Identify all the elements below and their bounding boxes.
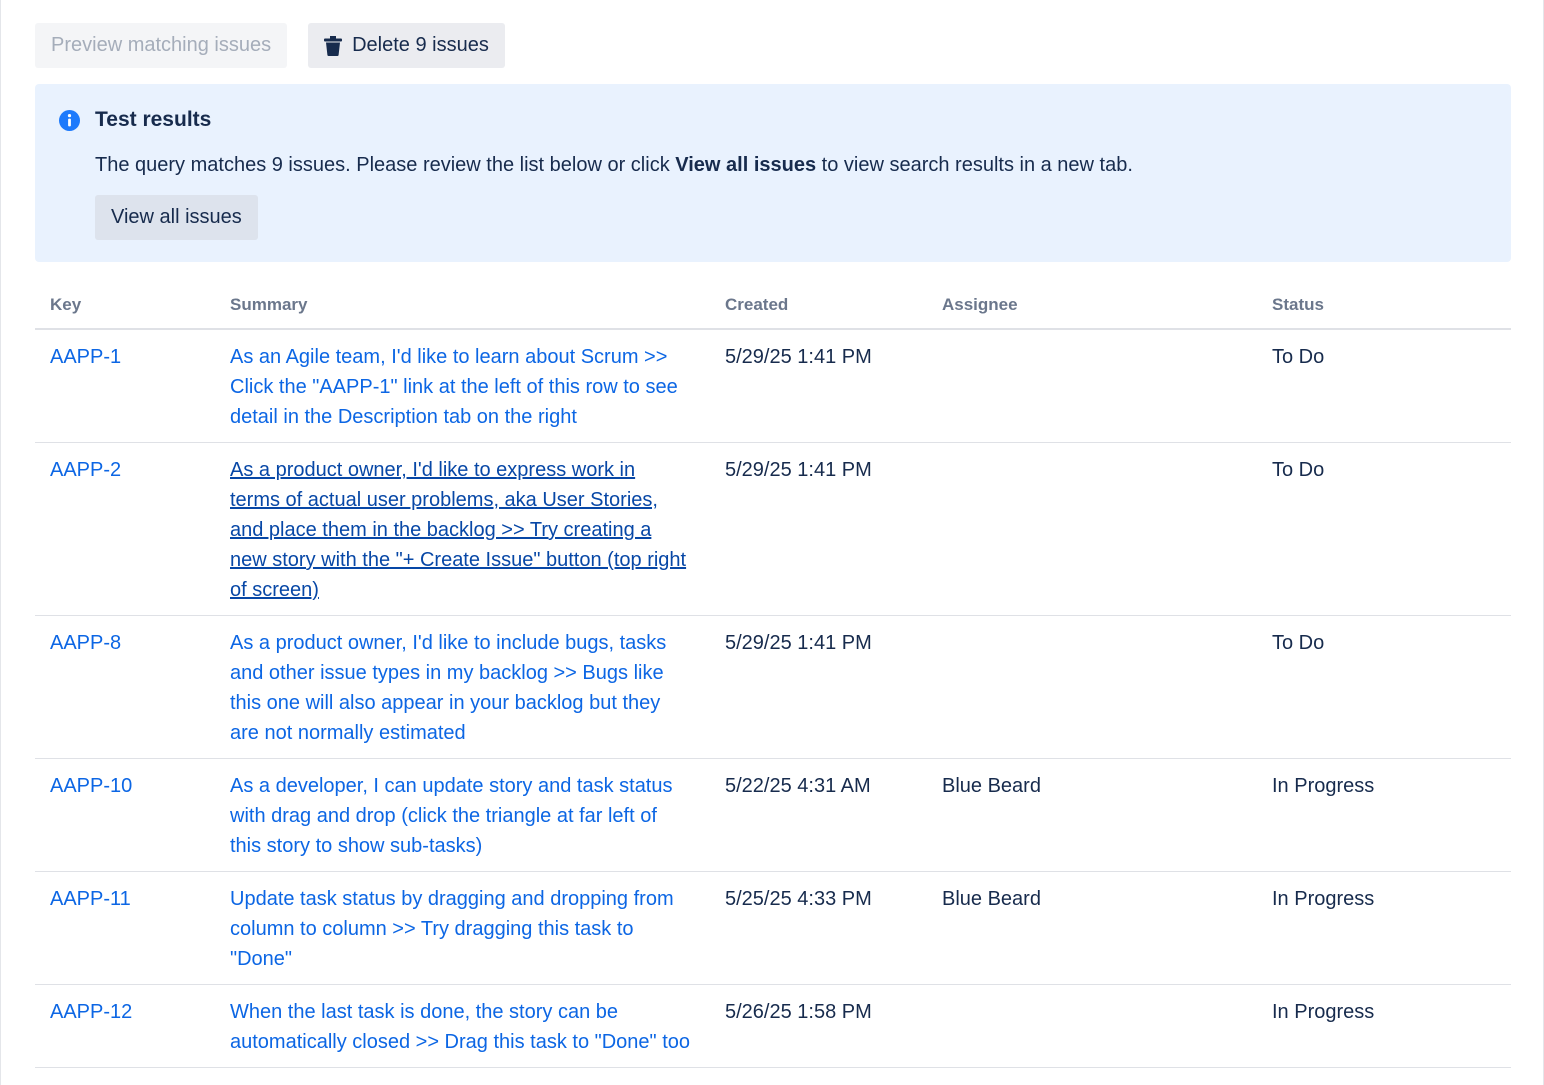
issue-status: In Progress <box>1257 758 1511 872</box>
test-results-title: Test results <box>95 108 212 131</box>
message-text-after: to view search results in a new tab. <box>816 154 1133 176</box>
column-header-assignee[interactable]: Assignee <box>927 282 1257 330</box>
test-results-panel: Test results The query matches 9 issues.… <box>35 84 1511 262</box>
issue-assignee: Blue Beard <box>927 871 1257 985</box>
delete-issues-button[interactable]: Delete 9 issues <box>308 23 505 68</box>
column-header-created[interactable]: Created <box>710 282 927 330</box>
issue-created: 5/29/25 1:41 PM <box>710 442 927 616</box>
issue-summary-link[interactable]: As a developer, I can update story and t… <box>230 775 673 857</box>
issue-key-link[interactable]: AAPP-8 <box>50 632 121 654</box>
table-row: AAPP-10 As a developer, I can update sto… <box>35 758 1511 872</box>
issue-assignee: Blue Beard <box>927 758 1257 872</box>
issue-summary-link[interactable]: As a product owner, I'd like to express … <box>230 459 686 601</box>
issue-key-link[interactable]: AAPP-10 <box>50 775 132 797</box>
issue-summary-link[interactable]: As a product owner, I'd like to include … <box>230 632 666 744</box>
table-row: AAPP-12 When the last task is done, the … <box>35 984 1511 1068</box>
table-row: AAPP-2 As a product owner, I'd like to e… <box>35 442 1511 616</box>
issue-created: 5/29/25 1:41 PM <box>710 329 927 443</box>
info-icon <box>59 110 80 131</box>
column-header-summary[interactable]: Summary <box>215 282 710 330</box>
issue-assignee <box>927 984 1257 1068</box>
issue-assignee <box>927 615 1257 759</box>
delete-issues-label: Delete 9 issues <box>352 34 489 56</box>
issue-status: To Do <box>1257 329 1511 443</box>
issue-key-link[interactable]: AAPP-2 <box>50 459 121 481</box>
issue-created: 5/29/25 1:41 PM <box>710 615 927 759</box>
issue-assignee <box>927 442 1257 616</box>
issue-key-link[interactable]: AAPP-1 <box>50 346 121 368</box>
table-header-row: Key Summary Created Assignee Status <box>35 282 1511 330</box>
table-row: AAPP-11 Update task status by dragging a… <box>35 871 1511 985</box>
test-results-message: The query matches 9 issues. Please revie… <box>95 154 1133 177</box>
table-row: AAPP-8 As a product owner, I'd like to i… <box>35 615 1511 759</box>
issue-status: In Progress <box>1257 984 1511 1068</box>
message-text-bold: View all issues <box>675 154 817 176</box>
trash-icon <box>324 35 343 56</box>
issue-status: To Do <box>1257 442 1511 616</box>
issue-key-link[interactable]: AAPP-11 <box>50 888 131 910</box>
issue-status: In Progress <box>1257 871 1511 985</box>
issue-created: 5/22/25 4:31 AM <box>710 758 927 872</box>
column-header-key[interactable]: Key <box>35 282 215 330</box>
issue-assignee <box>927 329 1257 443</box>
issue-summary-link[interactable]: As an Agile team, I'd like to learn abou… <box>230 346 678 428</box>
issue-key-link[interactable]: AAPP-12 <box>50 1001 132 1023</box>
column-header-status[interactable]: Status <box>1257 282 1511 330</box>
message-text-before: The query matches 9 issues. Please revie… <box>95 154 676 176</box>
issue-created: 5/26/25 1:58 PM <box>710 984 927 1068</box>
view-all-issues-button[interactable]: View all issues <box>95 195 258 240</box>
table-row: AAPP-1 As an Agile team, I'd like to lea… <box>35 329 1511 443</box>
bulk-delete-page: Preview matching issues Delete 9 issues … <box>0 0 1544 1085</box>
issue-summary-link[interactable]: When the last task is done, the story ca… <box>230 1001 690 1053</box>
issue-created: 5/25/25 4:33 PM <box>710 871 927 985</box>
toolbar: Preview matching issues Delete 9 issues <box>35 23 505 68</box>
issue-status: To Do <box>1257 615 1511 759</box>
issue-summary-link[interactable]: Update task status by dragging and dropp… <box>230 888 674 970</box>
issues-table: Key Summary Created Assignee Status AAPP… <box>35 282 1511 1068</box>
preview-matching-issues-button[interactable]: Preview matching issues <box>35 23 288 68</box>
